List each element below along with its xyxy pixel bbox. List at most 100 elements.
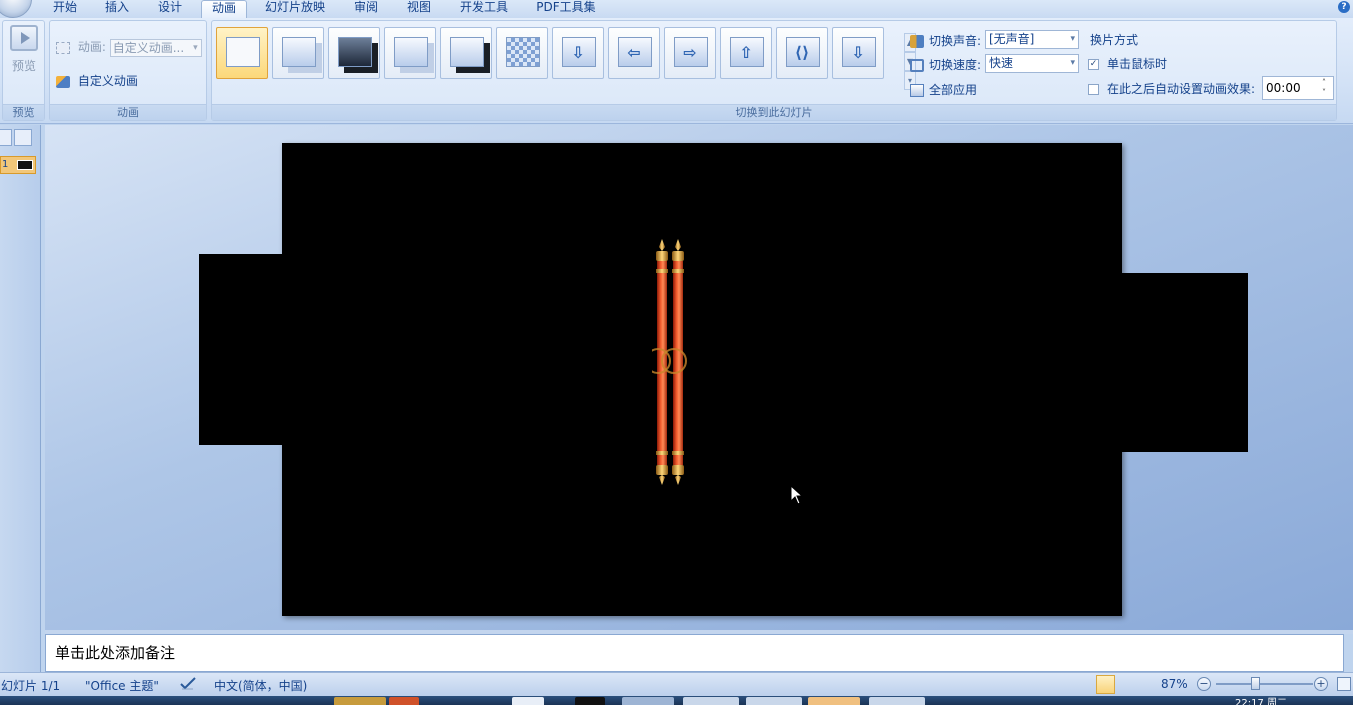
transition-fade-through-black[interactable] — [328, 27, 380, 79]
transition-split[interactable]: ⟨⟩ — [776, 27, 828, 79]
transition-gallery: ⇩ ⇦ ⇨ ⇧ ⟨⟩ ⇩ ▲ ▼ ▾ — [216, 27, 916, 90]
slide-mini-preview — [17, 160, 33, 170]
scroll-rollers-image[interactable] — [652, 239, 688, 485]
help-icon[interactable]: ? — [1338, 1, 1350, 13]
taskbar-clock[interactable]: 22:17 周二 — [1235, 694, 1287, 705]
tab-review[interactable]: 审阅 — [349, 0, 383, 18]
spellcheck-icon[interactable] — [179, 676, 197, 691]
transition-none[interactable] — [216, 27, 268, 79]
taskbar-item[interactable] — [869, 697, 925, 705]
ribbon: 预览 预览 动画: 自定义动画... 自定义动画 动画 ⇩ ⇦ ⇨ ⇧ ⟨⟩ — [0, 18, 1353, 124]
slides-panel: 1 — [0, 125, 41, 672]
arrow-left-icon: ⇦ — [627, 43, 641, 62]
tab-home[interactable]: 开始 — [48, 0, 82, 18]
speed-icon — [910, 59, 924, 72]
slide[interactable] — [282, 143, 1122, 616]
zoom-slider[interactable] — [1216, 683, 1313, 685]
tab-slides[interactable] — [0, 129, 12, 146]
taskbar-item[interactable] — [622, 697, 674, 705]
ribbon-tab-bar: 开始 插入 设计 动画 幻灯片放映 审阅 视图 开发工具 PDF工具集 ? — [0, 0, 1353, 19]
advance-auto-row: 在此之后自动设置动画效果: — [1088, 80, 1255, 97]
transition-wipe-down[interactable]: ⇩ — [552, 27, 604, 79]
fit-to-window-icon[interactable] — [1337, 677, 1351, 691]
transition-speed-row: 切换速度: 快速 — [910, 54, 1090, 73]
zoom-out-icon[interactable]: − — [1197, 677, 1211, 691]
group-label-preview: 预览 — [3, 104, 44, 120]
sound-select[interactable]: [无声音] — [985, 30, 1079, 49]
apply-all-icon — [910, 84, 924, 97]
office-button[interactable] — [0, 0, 32, 18]
taskbar-item[interactable] — [746, 697, 802, 705]
on-click-label: 单击鼠标时 — [1107, 57, 1168, 71]
status-language[interactable]: 中文(简体，中国) — [214, 677, 307, 694]
split-arrows-icon: ⟨⟩ — [794, 43, 810, 62]
notes-placeholder: 单击此处添加备注 — [55, 644, 176, 662]
slideshow-view-button[interactable] — [1136, 675, 1155, 694]
auto-advance-time-value: 00:00 — [1266, 81, 1301, 95]
transition-wipe-right[interactable]: ⇨ — [664, 27, 716, 79]
tab-outline[interactable] — [14, 129, 32, 146]
custom-animation-icon — [56, 75, 70, 88]
taskbar-item[interactable] — [575, 697, 605, 705]
zoom-slider-thumb[interactable] — [1251, 677, 1260, 690]
taskbar-item[interactable] — [512, 697, 544, 705]
tab-design[interactable]: 设计 — [153, 0, 187, 18]
slide-canvas — [45, 125, 1353, 630]
slide-sorter-view-button[interactable] — [1116, 675, 1135, 694]
speed-select[interactable]: 快速 — [985, 54, 1079, 73]
transition-dissolve[interactable] — [496, 27, 548, 79]
tab-pdf-tools[interactable]: PDF工具集 — [533, 0, 599, 18]
arrow-up-icon: ⇧ — [739, 43, 753, 62]
status-slide-info: 幻灯片 1/1 — [1, 679, 61, 693]
preview-icon — [10, 25, 38, 51]
transition-fade-smoothly[interactable] — [272, 27, 324, 79]
animation-row: 动画: 自定义动画... — [56, 38, 202, 57]
on-click-checkbox[interactable]: ✓ — [1088, 59, 1099, 70]
taskbar-item[interactable] — [334, 697, 386, 705]
black-shape-left[interactable] — [199, 254, 283, 445]
taskbar-item[interactable] — [389, 697, 419, 705]
animate-icon — [56, 41, 70, 54]
group-preview: 预览 预览 — [2, 20, 45, 121]
sound-label: 切换声音: — [929, 34, 982, 48]
zoom-level[interactable]: 87% — [1161, 677, 1188, 691]
notes-pane[interactable]: 单击此处添加备注 — [45, 634, 1344, 672]
preview-button[interactable]: 预览 — [7, 25, 41, 83]
auto-advance-label: 在此之后自动设置动画效果: — [1107, 82, 1256, 96]
animation-label: 动画: — [77, 40, 106, 54]
transition-wipe-left[interactable]: ⇦ — [608, 27, 660, 79]
auto-advance-time-input[interactable]: 00:00 ˄ ˅ — [1262, 76, 1334, 100]
transition-push-down[interactable]: ⇩ — [832, 27, 884, 79]
transition-cut-through-black[interactable] — [440, 27, 492, 79]
taskbar: 22:17 周二 — [0, 696, 1353, 705]
slide-thumbnail[interactable]: 1 — [0, 156, 36, 174]
slide-number: 1 — [2, 159, 9, 170]
transition-sound-row: 切换声音: [无声音] — [910, 30, 1090, 49]
black-shape-right[interactable] — [1122, 273, 1248, 452]
apply-all-label: 全部应用 — [929, 83, 978, 97]
tab-animations[interactable]: 动画 — [201, 0, 247, 19]
view-buttons — [1094, 675, 1158, 694]
tab-insert[interactable]: 插入 — [100, 0, 134, 18]
tab-slideshow[interactable]: 幻灯片放映 — [261, 0, 329, 18]
tab-developer[interactable]: 开发工具 — [455, 0, 513, 18]
taskbar-item[interactable] — [808, 697, 860, 705]
taskbar-item[interactable] — [683, 697, 739, 705]
time-spinner[interactable]: ˄ ˅ — [1322, 78, 1331, 98]
animation-select[interactable]: 自定义动画... — [109, 38, 202, 57]
arrow-down-icon: ⇩ — [851, 43, 865, 62]
auto-advance-checkbox[interactable] — [1088, 84, 1099, 95]
zoom-in-icon[interactable]: + — [1314, 677, 1328, 691]
normal-view-button[interactable] — [1096, 675, 1115, 694]
transition-wipe-up[interactable]: ⇧ — [720, 27, 772, 79]
apply-to-all-button[interactable]: 全部应用 — [910, 81, 977, 98]
transition-cut[interactable] — [384, 27, 436, 79]
speed-label: 切换速度: — [929, 58, 982, 72]
preview-button-label: 预览 — [11, 59, 36, 73]
custom-animation-button[interactable]: 自定义动画 — [56, 72, 138, 89]
tab-view[interactable]: 视图 — [402, 0, 436, 18]
group-label-animation: 动画 — [50, 104, 206, 120]
advance-slide-title: 换片方式 — [1090, 33, 1139, 47]
status-theme[interactable]: "Office 主题" — [85, 677, 159, 694]
group-animation: 动画: 自定义动画... 自定义动画 动画 — [49, 20, 207, 121]
